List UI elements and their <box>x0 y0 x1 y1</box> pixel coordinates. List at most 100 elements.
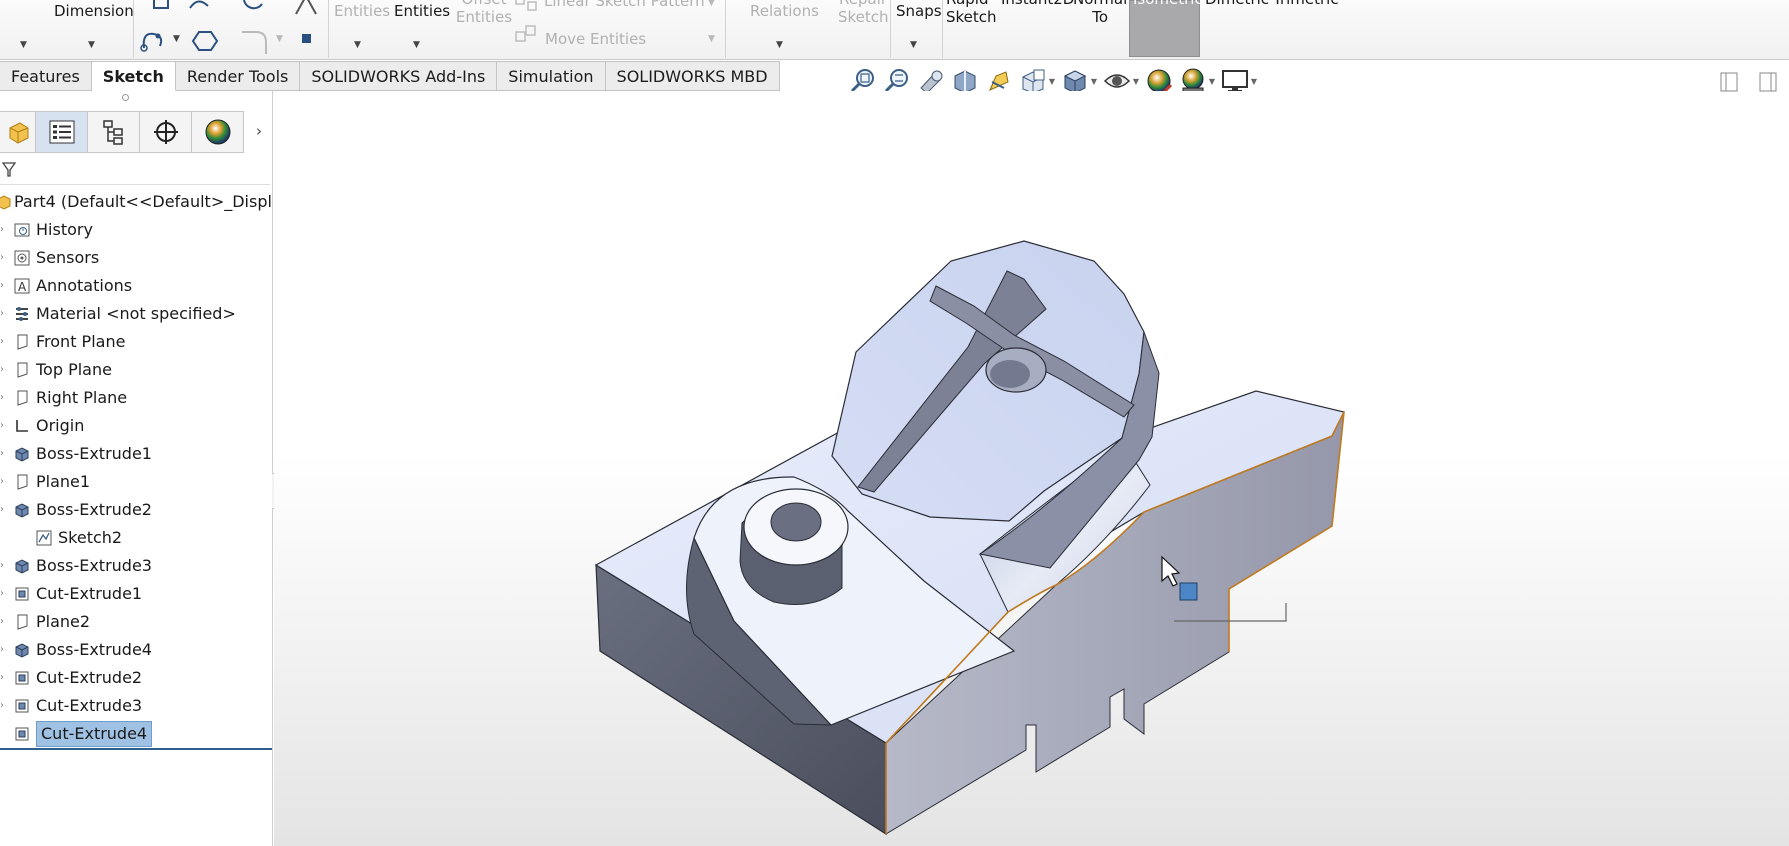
view-settings-caret[interactable]: ▼ <box>1251 77 1257 86</box>
tree-item-plane2[interactable]: Plane2 › <box>0 608 272 636</box>
plane-icon <box>17 334 28 350</box>
smart-dimension-button[interactable]: Dimension <box>54 2 134 20</box>
tree-item-plane1[interactable]: Plane1 › <box>0 468 272 496</box>
annotations-icon: A <box>14 278 30 294</box>
dimension-dropdown-caret-2[interactable]: ▼ <box>88 40 95 50</box>
tree-expand-icon[interactable]: › <box>0 412 4 440</box>
3d-part-model[interactable] <box>274 91 1789 846</box>
circle-icon[interactable] <box>238 0 278 14</box>
text-icon[interactable] <box>294 0 322 16</box>
instant2d-button[interactable]: Instant2D <box>1001 0 1074 8</box>
linear-sketch-pattern-button[interactable]: Linear Sketch Pattern <box>544 0 705 10</box>
lug-hole[interactable] <box>770 502 822 542</box>
tree-expand-icon[interactable]: › <box>0 440 4 468</box>
view-orientation-caret[interactable]: ▼ <box>1049 77 1055 86</box>
convert-entities-label: Entities <box>334 2 391 20</box>
rapid-sketch-button[interactable]: Rapid Sketch <box>946 0 997 26</box>
tree-expand-icon[interactable]: › <box>0 272 4 300</box>
tab-render-tools[interactable]: Render Tools <box>175 61 301 91</box>
offset-entities-button[interactable]: Offset Entities <box>454 0 514 26</box>
tree-item-history[interactable]: History › <box>0 216 272 244</box>
tree-item-material-not-specified[interactable]: Material <not specified> › <box>0 300 272 328</box>
tree-item-boss-extrude2[interactable]: Boss-Extrude2 › <box>0 496 272 524</box>
spline-icon[interactable] <box>138 26 168 56</box>
tree-item-boss-extrude1[interactable]: Boss-Extrude1 › <box>0 440 272 468</box>
display-style-caret[interactable]: ▼ <box>1091 77 1097 86</box>
arc-icon[interactable] <box>186 0 222 12</box>
point-icon[interactable] <box>300 32 314 46</box>
tab-simulation[interactable]: Simulation <box>497 61 606 91</box>
repair-sketch-button[interactable]: Repair Sketch <box>838 0 889 26</box>
tree-item-cut-extrude2[interactable]: Cut-Extrude2 › <box>0 664 272 692</box>
tab-property-manager[interactable] <box>88 111 140 153</box>
fillet-dropdown-caret[interactable]: ▼ <box>276 34 283 44</box>
isometric-button[interactable]: Isometric <box>1133 0 1203 8</box>
move-entities-button[interactable]: Move Entities <box>545 30 646 48</box>
ribbon-toolbar: Dimension ▼ ▼ ▼ ▼ Entities ▼ Entities ▼ … <box>0 0 1789 60</box>
tree-item-cut-extrude3[interactable]: Cut-Extrude3 › <box>0 692 272 720</box>
spline-dropdown-caret[interactable]: ▼ <box>173 34 180 44</box>
dimension-dropdown-caret[interactable]: ▼ <box>20 40 27 50</box>
trimetric-button[interactable]: Trimetric <box>1273 0 1339 8</box>
line-icon[interactable] <box>150 0 182 12</box>
tree-expand-icon[interactable]: › <box>0 300 4 328</box>
tab-design-tree[interactable] <box>0 111 36 153</box>
tab-sketch[interactable]: Sketch <box>91 61 176 91</box>
tree-item-sketch2[interactable]: Sketch2 <box>0 524 272 552</box>
display-relations-button[interactable]: Relations <box>750 2 819 20</box>
tab-solidworks-mbd[interactable]: SOLIDWORKS MBD <box>605 61 780 91</box>
tree-expand-icon[interactable]: › <box>0 468 4 496</box>
tree-item-top-plane[interactable]: Top Plane › <box>0 356 272 384</box>
tree-filter-bar[interactable] <box>0 155 270 185</box>
tree-expand-icon[interactable]: › <box>0 552 4 580</box>
tree-expand-icon[interactable]: › <box>0 692 4 720</box>
tree-item-cut-extrude4[interactable]: Cut-Extrude4 <box>0 720 272 748</box>
tab-feature-manager[interactable] <box>36 111 88 153</box>
move-entities-caret[interactable]: ▼ <box>708 34 715 44</box>
tree-expand-icon[interactable]: › <box>0 608 4 636</box>
rollback-bar[interactable] <box>0 748 272 750</box>
tree-expand-icon[interactable]: › <box>0 636 4 664</box>
normal-to-button[interactable]: Normal To <box>1073 0 1127 26</box>
quick-snaps-button[interactable]: Snaps <box>896 2 942 20</box>
tree-item-origin[interactable]: Origin › <box>0 412 272 440</box>
tree-root-part[interactable]: Part4 (Default<<Default>_Displa <box>0 188 272 216</box>
tree-expand-icon[interactable]: › <box>0 580 4 608</box>
tree-item-right-plane[interactable]: Right Plane › <box>0 384 272 412</box>
fillet-icon[interactable] <box>238 26 272 56</box>
tree-expand-icon[interactable]: › <box>0 328 4 356</box>
polygon-icon[interactable] <box>190 26 220 56</box>
tree-item-label: Sketch2 <box>58 528 123 547</box>
tree-item-boss-extrude3[interactable]: Boss-Extrude3 › <box>0 552 272 580</box>
apply-scene-caret[interactable]: ▼ <box>1209 77 1215 86</box>
relations-caret[interactable]: ▼ <box>776 40 783 50</box>
trim-entities-button[interactable]: Entities <box>394 2 450 20</box>
tree-item-boss-extrude4[interactable]: Boss-Extrude4 › <box>0 636 272 664</box>
dimetric-button[interactable]: Dimetric <box>1205 0 1269 8</box>
tree-expand-icon[interactable]: › <box>0 244 4 272</box>
linear-pattern-caret[interactable]: ▼ <box>708 0 715 8</box>
convert-entities-caret[interactable]: ▼ <box>354 40 361 50</box>
tree-expand-icon[interactable]: › <box>0 496 4 524</box>
tab-features[interactable]: Features <box>0 61 92 91</box>
panel-resize-grip[interactable] <box>122 94 129 101</box>
tab-display-manager[interactable] <box>192 111 244 153</box>
snaps-caret[interactable]: ▼ <box>910 40 917 50</box>
tree-item-sensors[interactable]: Sensors › <box>0 244 272 272</box>
tree-item-front-plane[interactable]: Front Plane › <box>0 328 272 356</box>
tree-expand-icon[interactable]: › <box>0 384 4 412</box>
tree-expand-icon[interactable]: › <box>0 356 4 384</box>
tree-expand-icon[interactable]: › <box>0 216 4 244</box>
more-tabs-chevron[interactable]: › <box>256 122 262 140</box>
tab-configuration-manager[interactable] <box>140 111 192 153</box>
filter-icon[interactable] <box>2 162 16 178</box>
tree-expand-icon[interactable]: › <box>0 664 4 692</box>
tree-item-label: Boss-Extrude3 <box>36 556 152 575</box>
tree-item-annotations[interactable]: A Annotations › <box>0 272 272 300</box>
graphics-area[interactable] <box>274 91 1789 846</box>
trim-entities-caret[interactable]: ▼ <box>413 40 420 50</box>
isometric-view-button-highlight[interactable] <box>1129 0 1200 57</box>
tab-solidworks-add-ins[interactable]: SOLIDWORKS Add-Ins <box>300 61 498 91</box>
hide-show-caret[interactable]: ▼ <box>1133 77 1139 86</box>
tree-item-cut-extrude1[interactable]: Cut-Extrude1 › <box>0 580 272 608</box>
